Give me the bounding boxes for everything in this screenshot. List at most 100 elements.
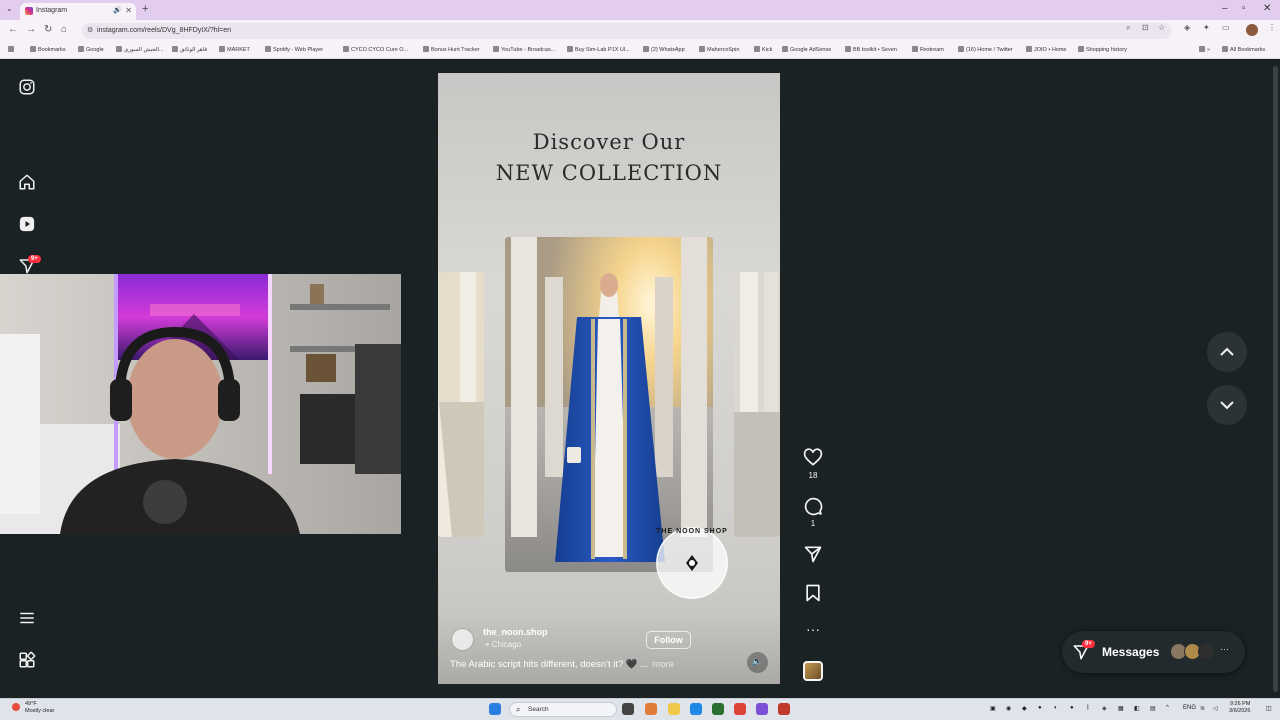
tray-icon[interactable]: ◆ xyxy=(1022,705,1027,712)
weather-icon[interactable] xyxy=(12,703,20,711)
bookmark-item[interactable]: الجيش السوري... xyxy=(116,46,163,53)
tray-icon[interactable]: ● xyxy=(1070,705,1074,711)
tray-overflow-icon[interactable]: ^ xyxy=(1166,705,1169,711)
tray-icon[interactable]: ● xyxy=(1038,705,1042,711)
bookmark-item[interactable]: MARKET xyxy=(219,46,250,53)
menu-kebab-icon[interactable]: ⋮ xyxy=(1268,23,1276,32)
tray-icon[interactable]: ◐ xyxy=(1054,705,1058,711)
profile-avatar[interactable] xyxy=(1246,24,1258,36)
bookmark-item[interactable]: Bonus Hunt Tracker xyxy=(423,46,480,53)
comment-icon[interactable] xyxy=(803,496,823,516)
discord-icon[interactable] xyxy=(756,703,768,715)
clock-date: 3/6/2026 xyxy=(1229,708,1251,714)
tray-icon[interactable]: ▣ xyxy=(990,705,996,712)
close-window-icon[interactable]: ✕ xyxy=(1263,3,1271,14)
file-explorer-icon[interactable] xyxy=(668,703,680,715)
copilot-icon[interactable] xyxy=(645,703,657,715)
bookmark-item[interactable]: Spotify - Web Player xyxy=(265,46,323,53)
tray-icon[interactable]: ▤ xyxy=(1150,705,1156,712)
messages-button[interactable]: 9+ Messages ··· xyxy=(1062,631,1245,673)
taskbar-clock[interactable]: 9:26 PM 3/6/2026 xyxy=(1229,701,1250,715)
comment-count[interactable]: 1 xyxy=(803,519,823,528)
back-icon[interactable]: ← xyxy=(8,24,18,35)
weather-widget[interactable]: 49°F Mostly clear xyxy=(25,701,54,715)
chrome-icon[interactable] xyxy=(734,703,746,715)
tab-title: Instagram xyxy=(36,7,68,14)
zoom-icon[interactable]: ⌕ xyxy=(1126,23,1130,33)
bookmark-item[interactable]: Bookmarks xyxy=(30,46,66,53)
tray-icon[interactable]: ◧ xyxy=(1134,705,1140,712)
more-menu-icon[interactable] xyxy=(18,609,36,627)
tray-icon[interactable]: ▦ xyxy=(1118,705,1124,712)
like-heart-icon[interactable] xyxy=(803,448,823,468)
extension-icon[interactable]: ◈ xyxy=(1184,23,1190,32)
site-info-icon[interactable]: ⚙ xyxy=(87,26,93,34)
scrollbar-thumb[interactable] xyxy=(1273,66,1278,692)
reel-heading-line1: Discover Our xyxy=(532,130,686,154)
bookmark-item[interactable]: JOIO • Home xyxy=(1026,46,1067,53)
bookmark-item[interactable]: CYCO CYCO Cure O... xyxy=(343,46,408,53)
edge-icon[interactable] xyxy=(690,703,702,715)
volume-tray-icon[interactable]: ◁ xyxy=(1213,705,1218,712)
more-options-icon[interactable]: ··· xyxy=(803,622,823,636)
bookmark-item[interactable]: Google AdSense xyxy=(782,46,831,53)
bookmark-item[interactable]: Shopping history xyxy=(1078,46,1127,53)
bluetooth-icon[interactable]: ᛒ xyxy=(1086,705,1090,711)
app-icon[interactable] xyxy=(712,703,724,715)
language-indicator[interactable]: ENG xyxy=(1183,705,1196,711)
bookmark-item[interactable]: Kick xyxy=(754,46,772,53)
taskbar-search[interactable]: ⌕ Search xyxy=(509,702,617,717)
windows-start-icon[interactable] xyxy=(489,703,501,715)
browser-tab-instagram[interactable]: Instagram 🔊 ✕ xyxy=(20,3,136,20)
reels-nav-icon[interactable] xyxy=(18,215,36,233)
carousel-image-main xyxy=(505,237,713,572)
install-icon[interactable]: ⊡ xyxy=(1142,23,1149,32)
bookmark-item[interactable]: قاهر الوثائق xyxy=(172,46,207,53)
webcam-feed-image xyxy=(0,274,401,534)
close-tab-icon[interactable]: ✕ xyxy=(125,6,132,15)
save-bookmark-icon[interactable] xyxy=(803,583,823,603)
audio-track-thumbnail[interactable] xyxy=(803,661,823,681)
bookmark-item[interactable]: Google xyxy=(78,46,104,53)
next-reel-button[interactable] xyxy=(1207,385,1247,425)
clock-time: 9:26 PM xyxy=(1229,701,1251,707)
previous-reel-button[interactable] xyxy=(1207,332,1247,372)
bookmark-item[interactable]: Restream xyxy=(912,46,944,53)
wifi-icon[interactable]: ≋ xyxy=(1200,705,1205,712)
reel-video[interactable]: Discover Our NEW COLLECTION THE NOON SHO… xyxy=(438,73,780,684)
windows-taskbar: 49°F Mostly clear ⌕ Search ▣ ◉ ◆ ● ◐ ● ᛒ… xyxy=(0,698,1280,720)
sidepanel-icon[interactable]: ▭ xyxy=(1222,23,1230,32)
tab-search-icon[interactable]: ⌄ xyxy=(6,4,13,13)
apps-icon[interactable] xyxy=(8,46,16,53)
reload-icon[interactable]: ↻ xyxy=(44,24,52,35)
notifications-icon[interactable]: ◫ xyxy=(1266,705,1272,712)
forward-icon[interactable]: → xyxy=(26,24,36,35)
tray-icon[interactable]: ◉ xyxy=(1006,705,1011,712)
weather-desc: Mostly clear xyxy=(25,708,55,714)
like-count[interactable]: 18 xyxy=(803,471,823,480)
puzzle-icon[interactable]: ✦ xyxy=(1203,23,1210,32)
bookmark-item[interactable]: (16) Home / Twitter xyxy=(958,46,1013,53)
home-icon[interactable]: ⌂ xyxy=(61,24,67,35)
new-tab-button[interactable]: + xyxy=(142,3,148,15)
bookmark-item[interactable]: BB toolkit • Seven xyxy=(845,46,897,53)
also-from-meta-icon[interactable] xyxy=(18,651,36,669)
task-view-icon[interactable] xyxy=(622,703,634,715)
instagram-logo-icon[interactable] xyxy=(18,78,36,96)
bookmark-item[interactable]: Buy Sim-Lab P1X Ul... xyxy=(567,46,630,53)
bookmarks-overflow-icon[interactable]: » xyxy=(1199,46,1210,53)
share-icon[interactable] xyxy=(803,544,823,564)
home-nav-icon[interactable] xyxy=(18,173,36,191)
app-icon[interactable] xyxy=(778,703,790,715)
all-bookmarks-button[interactable]: All Bookmarks xyxy=(1222,46,1265,53)
bookmark-item[interactable]: YouTube - Broadcas... xyxy=(493,46,555,53)
bookmark-item[interactable]: (2) WhatsApp xyxy=(643,46,685,53)
url-input[interactable]: ⚙ instagram.com/reels/DVg_8HFDyIX/?hl=en xyxy=(82,23,1172,39)
speaker-icon[interactable]: 🔊 xyxy=(113,6,122,14)
tray-icon[interactable]: ◈ xyxy=(1102,705,1107,712)
maximize-icon[interactable]: ▫ xyxy=(1242,3,1246,14)
bookmark-item[interactable]: MahercoSpin xyxy=(699,46,739,53)
instagram-favicon-icon xyxy=(25,7,33,15)
star-icon[interactable]: ☆ xyxy=(1158,23,1165,32)
minimize-icon[interactable]: – xyxy=(1222,3,1228,14)
